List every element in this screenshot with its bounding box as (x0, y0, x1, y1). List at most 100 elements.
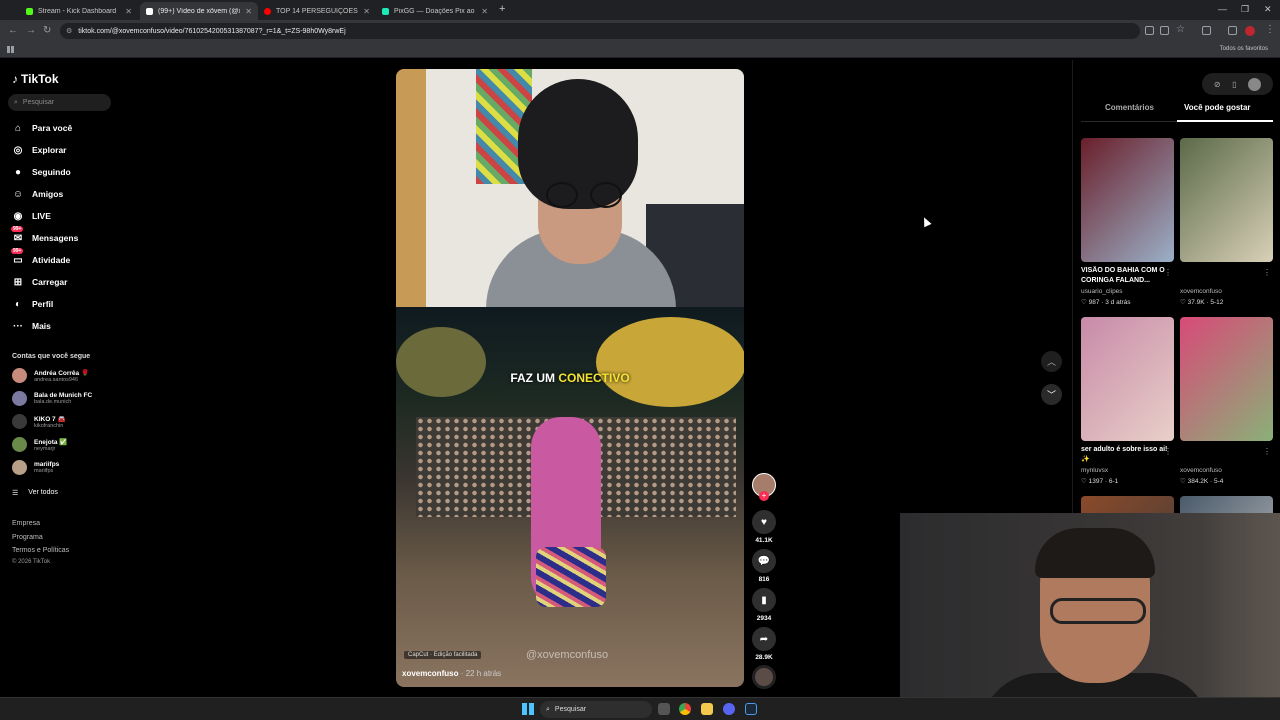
card-user[interactable]: xovemconfuso (1180, 467, 1273, 474)
more-options-icon[interactable]: ⋮ (1164, 447, 1172, 456)
close-tab-icon[interactable]: ✕ (363, 7, 370, 16)
taskbar-search[interactable]: ⌕ Pesquisar (540, 701, 652, 718)
task-view-icon[interactable] (658, 703, 670, 715)
account-name: mariifps (34, 461, 60, 468)
user-avatar[interactable] (1248, 77, 1262, 91)
nav-item-live[interactable]: ◉ LIVE (12, 210, 51, 222)
card-user[interactable]: xovemconfuso (1180, 288, 1273, 295)
nav-label: Atividade (32, 255, 71, 265)
chrome-icon[interactable] (679, 703, 691, 715)
following-header: Contas que você segue (12, 353, 91, 360)
forward-icon[interactable]: → (26, 25, 36, 36)
apps-icon[interactable] (7, 46, 14, 53)
nav-item-profile[interactable]: ◐ Perfil (12, 298, 53, 310)
more-options-icon[interactable]: ⋮ (1164, 268, 1172, 277)
more-icon: ··· (13, 320, 23, 332)
menu-icon[interactable]: ⋮ (1265, 24, 1275, 35)
nav-item-messages[interactable]: ✉ 99+ Mensagens (11, 226, 78, 244)
site-info-icon[interactable]: ⚙ (66, 27, 72, 35)
recommended-video-card[interactable]: ⋮ ser adulto é sobre isso ai! ✨ mynluvsx ♡ … (1081, 317, 1174, 485)
close-tab-icon[interactable]: ✕ (245, 7, 252, 16)
windows-taskbar: ⌕ Pesquisar (0, 697, 1280, 720)
nav-item-friends[interactable]: ☺ Amigos (12, 188, 63, 200)
recommended-video-card[interactable]: ⋮ xovemconfuso ♡ 37.9K · 5-12 (1180, 138, 1273, 306)
device-icon[interactable]: ▯ (1232, 80, 1236, 89)
tab-you-may-like[interactable]: Você pode gostar (1184, 103, 1251, 112)
video-thumbnail[interactable] (1180, 317, 1273, 441)
footer-link-program[interactable]: Programa (12, 534, 43, 541)
footer-link-company[interactable]: Empresa (12, 520, 40, 527)
video-player[interactable]: FAZ UM CONECTIVO CapCut · Edição facilit… (396, 69, 744, 687)
nav-item-upload[interactable]: ⊞ Carregar (12, 276, 68, 288)
all-bookmarks-link[interactable]: Todos os favoritos (1220, 46, 1268, 52)
chevron-up-icon: ︿ (1046, 357, 1056, 367)
streamer-reaction-frame (396, 69, 744, 319)
nav-item-activity[interactable]: ▭ 99+ Atividade (11, 248, 71, 266)
video-thumbnail[interactable] (1180, 138, 1273, 262)
steam-icon[interactable] (745, 703, 757, 715)
url-text: tiktok.com/@xovemconfuso/video/761025420… (78, 27, 346, 35)
more-options-icon[interactable]: ⋮ (1263, 447, 1271, 456)
back-icon[interactable]: ← (8, 25, 18, 36)
recommended-video-card[interactable]: ⋮ xovemconfuso ♡ 384.2K · 5-4 (1180, 317, 1273, 485)
media-icon[interactable] (1228, 26, 1237, 35)
browser-tab[interactable]: PixGG — Doações Pix ao vivo p ✕ (376, 2, 494, 20)
browser-tab[interactable]: Stream - Kick Dashboard ✕ (20, 2, 138, 20)
capcut-tag[interactable]: CapCut · Edição facilitada (404, 651, 482, 659)
footer-link-terms[interactable]: Termos e Políticas (12, 547, 69, 554)
see-all-link[interactable]: ☰ Ver todos (12, 489, 58, 497)
new-tab-icon[interactable]: + (499, 3, 505, 15)
close-tab-icon[interactable]: ✕ (125, 7, 132, 16)
nav-item-following[interactable]: ● Seguindo (12, 166, 71, 178)
top-actions-pill: ⊘ ▯ (1202, 73, 1273, 95)
card-user[interactable]: usuario_clipes (1081, 288, 1174, 295)
card-user[interactable]: mynluvsx (1081, 467, 1174, 474)
bookmark-star-icon[interactable]: ☆ (1176, 24, 1185, 35)
save-button[interactable]: ▮ (752, 588, 776, 612)
share-button[interactable]: ➦ (752, 627, 776, 651)
card-title: ser adulto é sobre isso ai! ✨ (1081, 446, 1168, 463)
tiktok-logo[interactable]: ♪ TikTok (12, 72, 59, 86)
extensions-icon[interactable] (1202, 26, 1211, 35)
followed-account[interactable]: mariifps mariifps (12, 460, 59, 475)
nav-item-compass[interactable]: ◎ Explorar (12, 144, 67, 156)
more-options-icon[interactable]: ⋮ (1263, 268, 1271, 277)
followed-account[interactable]: Bala de Munich FC bala.de.munich (12, 391, 92, 406)
next-video-button[interactable]: ﹀ (1041, 384, 1062, 405)
browser-tab-active[interactable]: (99+) Vídeo de xõvem (@xo ✕ (140, 2, 258, 20)
profile-avatar[interactable] (1245, 26, 1255, 36)
video-thumbnail[interactable] (1081, 138, 1174, 262)
followed-account[interactable]: Enejota ✅ neymarjr (12, 437, 67, 452)
card-title (1180, 445, 1273, 465)
follow-plus-icon[interactable]: + (759, 491, 769, 501)
maximize-icon[interactable]: ❐ (1241, 4, 1249, 15)
followed-account[interactable]: KIKO 7 🚘 kikofranchin (12, 414, 66, 429)
like-button[interactable]: ♥ (752, 510, 776, 534)
windows-start-icon[interactable] (522, 703, 534, 715)
browser-tab[interactable]: TOP 14 PERSEGUIÇÕES DE I ✕ (258, 2, 376, 20)
nav-item-home[interactable]: ⌂ Para você (12, 122, 72, 134)
translate-icon[interactable] (1145, 26, 1154, 35)
close-tab-icon[interactable]: ✕ (481, 7, 488, 16)
previous-video-button[interactable]: ︿ (1041, 351, 1062, 372)
recommended-video-card[interactable]: ⋮ VISÃO DO BAHIA COM O CORINGA FALAND... u… (1081, 138, 1174, 306)
chevron-down-icon: ﹀ (1046, 390, 1056, 400)
tab-comments[interactable]: Comentários (1105, 103, 1154, 112)
search-input[interactable]: ⌕ Pesquisar (8, 94, 111, 111)
address-bar[interactable]: ⚙ tiktok.com/@xovemconfuso/video/7610254… (60, 23, 1140, 39)
author-name[interactable]: xovemconfuso (402, 669, 458, 678)
video-thumbnail[interactable] (1081, 317, 1174, 441)
nav-item-more[interactable]: ··· Mais (12, 320, 51, 332)
comment-button[interactable]: 💬 (752, 549, 776, 573)
cast-icon[interactable] (1160, 26, 1169, 35)
compass-icon[interactable]: ⊘ (1214, 80, 1221, 89)
compass-icon: ◎ (13, 144, 23, 156)
minimize-icon[interactable]: — (1218, 4, 1227, 14)
video-author-line[interactable]: xovemconfuso · 22 h atrás (402, 669, 501, 678)
discord-icon[interactable] (723, 703, 735, 715)
followed-account[interactable]: Andréa Corrêa 🌹 andrea.santos946 (12, 368, 89, 383)
music-disc[interactable] (752, 665, 776, 689)
file-explorer-icon[interactable] (701, 703, 713, 715)
close-window-icon[interactable]: ✕ (1264, 4, 1272, 15)
reload-icon[interactable]: ↻ (43, 25, 51, 36)
